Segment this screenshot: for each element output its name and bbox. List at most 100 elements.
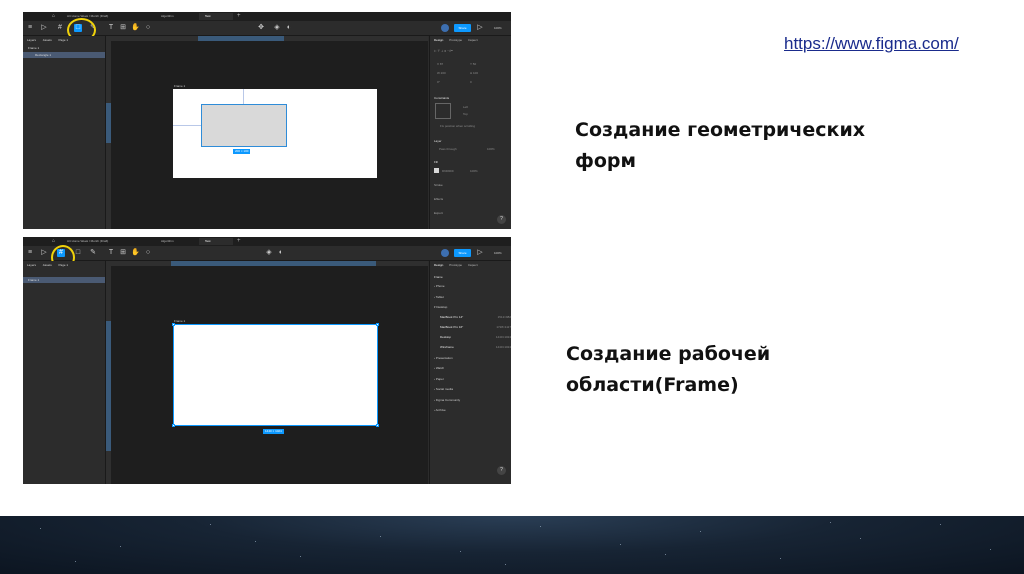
hand-tool-icon[interactable]: ✋ — [131, 249, 140, 257]
main-menu-icon[interactable]: ≡ — [26, 249, 34, 257]
y-field[interactable]: Y 50 — [470, 62, 476, 66]
text-tool-icon[interactable]: T — [107, 249, 115, 257]
preset-group[interactable]: ▾ Desktop — [434, 305, 509, 309]
resize-handle[interactable] — [172, 424, 175, 427]
preset-group[interactable]: › Social media — [434, 387, 509, 391]
preset-name: MacBook Pro 16" — [440, 325, 464, 329]
guide-line — [173, 125, 201, 126]
rotation-field[interactable]: 0° — [437, 80, 440, 84]
preset-group[interactable]: › Watch — [434, 366, 509, 370]
mask-icon[interactable]: ◈ — [265, 249, 273, 257]
figma-link[interactable]: https://www.figma.com/ — [784, 34, 959, 54]
contrast-icon[interactable]: ◐ — [285, 24, 293, 32]
tab-file-3[interactable]: Test — [199, 238, 233, 245]
text-tool-icon[interactable]: T — [107, 24, 115, 32]
new-tab-icon[interactable]: + — [237, 13, 241, 20]
fill-opacity[interactable]: 100% — [470, 169, 478, 173]
share-button[interactable]: Share — [454, 24, 471, 32]
tab-file-2[interactable]: Algorithm — [155, 238, 195, 245]
layer-rectangle[interactable]: Rectangle 1 — [23, 52, 105, 58]
align-icons[interactable]: ⊨ ⊤ ⊥ ≡ ⊣ ⊢ — [434, 49, 453, 53]
tab-assets[interactable]: Assets — [43, 263, 52, 267]
fill-swatch[interactable] — [434, 168, 439, 173]
preset-group[interactable]: › Presentation — [434, 356, 509, 360]
preset-group[interactable]: › Paper — [434, 377, 509, 381]
resize-handle[interactable] — [172, 323, 175, 326]
height-field[interactable]: H 100 — [470, 71, 478, 75]
blend-mode[interactable]: Pass through — [439, 147, 457, 151]
avatar[interactable] — [441, 24, 449, 32]
share-button[interactable]: Share — [454, 249, 471, 257]
canvas[interactable]: Frame 1 1440 × 1024 — [111, 266, 428, 484]
resize-handle[interactable] — [376, 424, 379, 427]
contrast-icon[interactable]: ◐ — [277, 249, 285, 257]
preset-item[interactable]: Desktop 1440×1024 — [440, 335, 511, 339]
tab-design[interactable]: Design — [434, 263, 443, 267]
home-icon[interactable]: ⌂ — [52, 14, 57, 19]
layer-frame[interactable]: Frame 1 — [23, 45, 105, 51]
page-selector[interactable]: Page 1 — [59, 38, 69, 42]
tab-layers[interactable]: Layers — [27, 263, 36, 267]
preset-item[interactable]: MacBook Pro 14" 1512×982 — [440, 315, 511, 319]
constraint-vertical[interactable]: Top — [463, 112, 468, 116]
zoom-level[interactable]: 100% — [494, 249, 502, 257]
page-selector[interactable]: Page 1 — [59, 263, 69, 267]
resources-icon[interactable]: ⊞ — [119, 249, 127, 257]
frame[interactable]: 200 × 100 — [173, 89, 377, 178]
play-icon[interactable]: ▷ — [476, 24, 484, 32]
tab-assets[interactable]: Assets — [43, 38, 52, 42]
tab-file-1[interactable]: Art Home Week / Month (Draft) — [61, 238, 149, 245]
move-tool-icon[interactable]: ▷ — [40, 249, 48, 257]
tab-layers[interactable]: Layers — [27, 38, 36, 42]
constraint-horizontal[interactable]: Left — [463, 105, 468, 109]
tab-inspect[interactable]: Inspect — [468, 38, 478, 42]
hand-tool-icon[interactable]: ✋ — [131, 24, 140, 32]
tab-design[interactable]: Design — [434, 38, 443, 42]
fill-hex[interactable]: D9D9D9 — [442, 169, 454, 173]
preset-size: 1728×1117 — [496, 325, 511, 329]
preset-size: 1512×982 — [497, 315, 511, 319]
preset-item[interactable]: Wireframe 1440×1024 — [440, 345, 511, 349]
comment-tool-icon[interactable]: ○ — [144, 24, 152, 32]
preset-group[interactable]: › Archive — [434, 408, 509, 412]
width-field[interactable]: W 200 — [437, 71, 446, 75]
fix-scroll-checkbox[interactable]: Fix position when scrolling — [440, 124, 475, 128]
frame-tool-icon[interactable]: # — [56, 24, 64, 32]
x-field[interactable]: X 87 — [437, 62, 443, 66]
move-tool-icon[interactable]: ▷ — [40, 24, 48, 32]
pen-tool-icon[interactable]: ✎ — [89, 249, 97, 257]
radius-field[interactable]: 0 — [470, 80, 472, 84]
resources-icon[interactable]: ⊞ — [119, 24, 127, 32]
help-icon[interactable]: ? — [497, 466, 506, 475]
tab-prototype[interactable]: Prototype — [449, 263, 462, 267]
main-menu-icon[interactable]: ≡ — [26, 24, 34, 32]
preset-group[interactable]: › Tablet — [434, 295, 509, 299]
canvas[interactable]: Frame 1 200 × 100 — [111, 41, 428, 229]
preset-group[interactable]: › Phone — [434, 284, 509, 288]
play-icon[interactable]: ▷ — [476, 249, 484, 257]
preset-item[interactable]: MacBook Pro 16" 1728×1117 — [440, 325, 511, 329]
rectangle-tool-icon[interactable]: □ — [74, 249, 82, 257]
tab-inspect[interactable]: Inspect — [468, 263, 478, 267]
layer-frame[interactable]: Frame 1 — [23, 277, 105, 283]
resize-handle[interactable] — [376, 323, 379, 326]
layer-opacity[interactable]: 100% — [487, 147, 495, 151]
rectangle-shape[interactable] — [201, 104, 287, 147]
avatar[interactable] — [441, 249, 449, 257]
tab-file-3[interactable]: Test — [199, 13, 233, 20]
tab-file-2[interactable]: Algorithm — [155, 13, 195, 20]
preset-name: Desktop — [440, 335, 452, 339]
component-icon[interactable]: ✥ — [257, 24, 265, 32]
tab-prototype[interactable]: Prototype — [449, 38, 462, 42]
preset-group[interactable]: › Figma Community — [434, 398, 509, 402]
mask-icon[interactable]: ◈ — [273, 24, 281, 32]
home-icon[interactable]: ⌂ — [52, 239, 57, 244]
help-icon[interactable]: ? — [497, 215, 506, 224]
star-decoration — [505, 564, 506, 565]
constraints-widget[interactable] — [435, 103, 451, 119]
zoom-level[interactable]: 100% — [494, 24, 502, 32]
new-tab-icon[interactable]: + — [237, 238, 241, 245]
frame-label: Frame 1 — [174, 319, 186, 323]
comment-tool-icon[interactable]: ○ — [144, 249, 152, 257]
size-badge: 200 × 100 — [233, 149, 251, 154]
